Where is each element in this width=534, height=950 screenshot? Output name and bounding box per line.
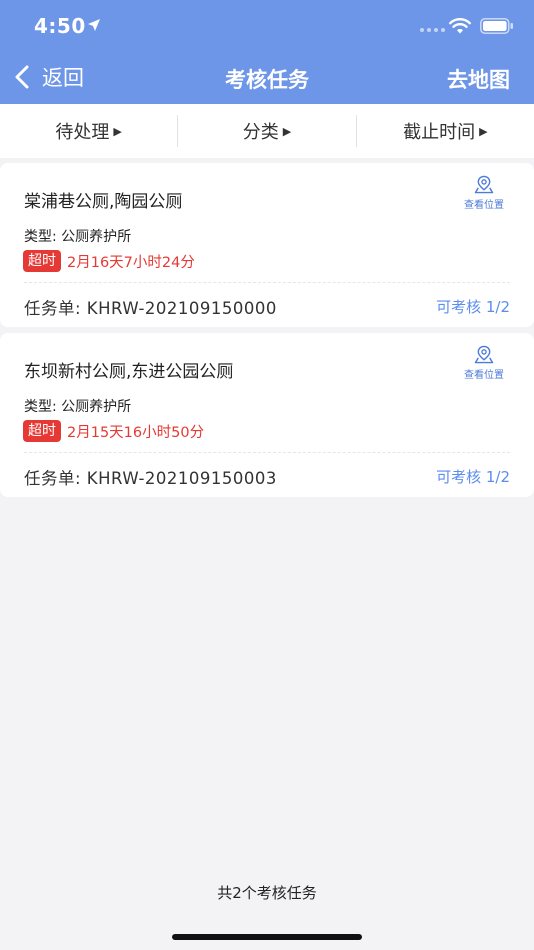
battery-icon bbox=[480, 18, 513, 34]
app-header: 4:50 返回 考核任务 去地图 bbox=[0, 0, 534, 104]
task-card[interactable]: 东坝新村公厕,东进公园公厕 查看位置 类型: 公厕养护所 超时 2月15天16小… bbox=[0, 333, 534, 497]
triangle-right-icon: ▶ bbox=[282, 124, 292, 138]
signal-icon bbox=[420, 28, 445, 32]
status-bar: 4:50 bbox=[0, 0, 534, 50]
map-pin-icon bbox=[474, 175, 494, 194]
triangle-right-icon: ▶ bbox=[113, 124, 122, 138]
task-title: 棠浦巷公厕,陶园公厕 bbox=[24, 192, 183, 212]
task-title: 东坝新村公厕,东进公园公厕 bbox=[24, 362, 234, 382]
filter-category-label: 分类 bbox=[242, 122, 279, 143]
task-card[interactable]: 棠浦巷公厕,陶园公厕 查看位置 类型: 公厕养护所 超时 2月16天7小时24分… bbox=[0, 163, 534, 327]
filter-category[interactable]: 分类 ▶ bbox=[178, 104, 355, 158]
location-arrow-icon bbox=[88, 19, 100, 31]
overdue-badge: 超时 bbox=[23, 250, 61, 272]
home-indicator[interactable] bbox=[172, 934, 362, 940]
filter-status-label: 待处理 bbox=[55, 122, 110, 143]
assess-link[interactable]: 可考核 1/2 bbox=[436, 466, 510, 487]
view-location-label: 查看位置 bbox=[464, 370, 504, 381]
go-to-map-button[interactable]: 去地图 bbox=[447, 64, 510, 94]
overdue-time: 2月16天7小时24分 bbox=[67, 254, 195, 271]
filter-deadline[interactable]: 截止时间 ▶ bbox=[357, 104, 534, 158]
triangle-right-icon: ▶ bbox=[479, 124, 488, 138]
task-number: 任务单: KHRW-202109150000 bbox=[24, 299, 277, 318]
task-type: 类型: 公厕养护所 bbox=[24, 399, 132, 415]
view-location-button[interactable]: 查看位置 bbox=[458, 175, 510, 211]
task-number: 任务单: KHRW-202109150003 bbox=[24, 469, 277, 488]
wifi-icon bbox=[449, 18, 471, 34]
divider bbox=[24, 282, 510, 283]
overdue-row: 超时 2月16天7小时24分 bbox=[23, 250, 195, 272]
view-location-button[interactable]: 查看位置 bbox=[458, 345, 510, 381]
nav-bar: 返回 考核任务 去地图 bbox=[0, 50, 534, 104]
divider bbox=[24, 452, 510, 453]
overdue-time: 2月15天16小时50分 bbox=[67, 424, 205, 441]
overdue-row: 超时 2月15天16小时50分 bbox=[23, 420, 204, 442]
filter-status[interactable]: 待处理 ▶ bbox=[0, 104, 177, 158]
task-count-summary: 共2个考核任务 bbox=[217, 884, 317, 902]
overdue-badge: 超时 bbox=[23, 420, 61, 442]
filter-deadline-label: 截止时间 bbox=[403, 122, 476, 143]
view-location-label: 查看位置 bbox=[464, 200, 504, 211]
status-time: 4:50 bbox=[34, 14, 86, 38]
assess-link[interactable]: 可考核 1/2 bbox=[436, 296, 510, 317]
filter-bar: 待处理 ▶ 分类 ▶ 截止时间 ▶ bbox=[0, 104, 534, 158]
task-type: 类型: 公厕养护所 bbox=[24, 229, 132, 245]
map-pin-icon bbox=[474, 345, 494, 364]
